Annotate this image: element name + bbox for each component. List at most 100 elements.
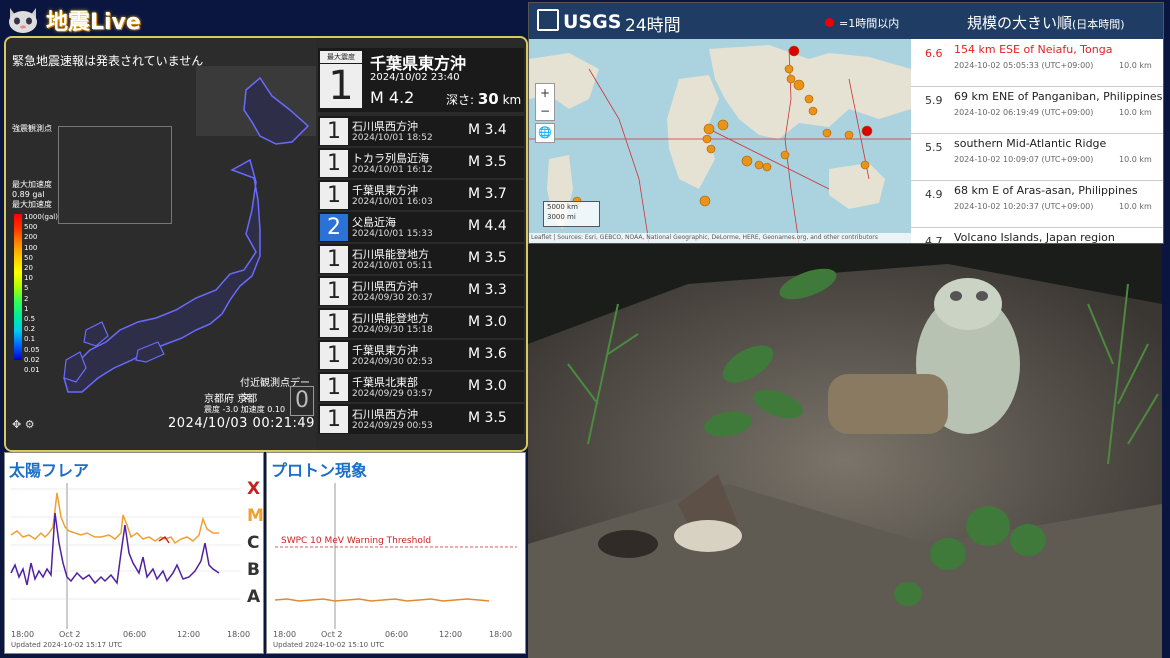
depth-value: 30 xyxy=(477,90,499,108)
earthquake-row[interactable]: 1 石川県能登地方 2024/10/01 05:11 M 3.5 xyxy=(318,242,524,274)
quake-mag: 4.9 xyxy=(925,188,943,201)
usgs-logo-text: USGS xyxy=(563,11,622,33)
flare-class-label: X xyxy=(247,479,261,499)
zoom-control: + − xyxy=(535,83,555,121)
earthquake-row[interactable]: 1 千葉県東方沖 2024/09/30 02:53 M 3.6 xyxy=(318,338,524,370)
nearby-pref: 京都府 京都 xyxy=(204,394,258,405)
scale-label: 最大加速度 xyxy=(12,200,52,209)
scale-tick: 200 xyxy=(24,233,38,242)
usgs-quake-item[interactable]: 5.9 69 km ENE of Panganiban, Philippines 2… xyxy=(911,86,1163,134)
earthquake-panel: 強震観測点 最大加速度 0.89 gal 最大加速度 1000(gal) 500 2… xyxy=(4,36,528,452)
quake-mag: 4.7 xyxy=(925,235,943,244)
earthquake-row[interactable]: 1 千葉県北東部 2024/09/29 03:57 M 3.0 xyxy=(318,370,524,402)
usgs-quake-item[interactable]: 6.6 154 km ESE of Neiafu, Tonga 2024-10-02… xyxy=(911,39,1163,87)
quake-marker xyxy=(780,150,790,160)
usgs-hour-legend: =1時間以内 xyxy=(839,17,900,30)
row-magnitude: M 3.5 xyxy=(468,154,507,170)
proton-updated: Updated 2024-10-02 15:10 UTC xyxy=(273,641,385,649)
x-tick: 06:00 xyxy=(123,630,147,639)
current-time: 2024/10/03 00:21:49 xyxy=(168,416,315,431)
quake-mag: 5.5 xyxy=(925,141,943,154)
earthquake-row[interactable]: 1 石川県西方沖 2024/09/29 00:53 M 3.5 xyxy=(318,402,524,434)
quake-marker xyxy=(861,125,873,137)
quake-depth: 10.0 km xyxy=(1119,108,1152,117)
x-tick: Oct 2 xyxy=(321,630,343,639)
row-magnitude: M 3.3 xyxy=(468,282,507,298)
usgs-panel: USGS 24時間 =1時間以内 規模の大きい順(日本時間) + − 🌐 500… xyxy=(528,2,1164,244)
scale-tick: 0.01 xyxy=(24,366,40,375)
row-intensity: 1 xyxy=(320,182,348,209)
row-time: 2024/10/01 16:03 xyxy=(352,197,433,207)
quake-marker xyxy=(717,119,729,131)
scale-tick: 2 xyxy=(24,294,29,303)
row-intensity: 1 xyxy=(320,246,348,273)
row-time: 2024/10/01 16:12 xyxy=(352,165,433,175)
row-time: 2024/10/01 15:33 xyxy=(352,229,433,239)
world-map[interactable]: + − 🌐 5000 km 3000 mi Leaflet | Sources:… xyxy=(529,39,913,243)
accel-color-scale: 1000(gal) 500 200 100 50 20 10 5 2 1 0.5 0.2 0.1 0.05… xyxy=(12,213,72,374)
earthquake-row[interactable]: 1 石川県能登地方 2024/09/30 15:18 M 3.0 xyxy=(318,306,524,338)
latest-magnitude: M 4.2 xyxy=(370,88,415,107)
scale-tick: 50 xyxy=(24,253,33,262)
move-icon[interactable]: ✥ xyxy=(12,418,21,431)
row-location: トカラ列島近海 xyxy=(352,152,429,165)
flare-updated: Updated 2024-10-02 15:17 UTC xyxy=(11,641,123,649)
japan-map[interactable]: 強震観測点 最大加速度 0.89 gal 最大加速度 1000(gal) 500 2… xyxy=(6,38,316,450)
earthquake-row[interactable]: 1 石川県西方沖 2024/10/01 18:52 M 3.4 xyxy=(318,114,524,146)
eew-status: 緊急地震速報は発表されていません xyxy=(12,54,204,68)
row-magnitude: M 3.0 xyxy=(468,314,507,330)
flare-class-label: C xyxy=(247,533,260,553)
latest-location: 千葉県東方沖 xyxy=(370,54,467,73)
app-logo: 地震Live xyxy=(4,2,154,36)
row-magnitude: M 4.4 xyxy=(468,218,507,234)
latest-earthquake[interactable]: 最大震度 1 千葉県東方沖 2024/10/02 23:40 M 4.2 深さ:… xyxy=(318,48,524,112)
row-location: 千葉県北東部 xyxy=(352,376,418,389)
scale-tick: 0.05 xyxy=(24,345,40,354)
flare-class-label: A xyxy=(247,587,261,607)
earthquake-row[interactable]: 1 トカラ列島近海 2024/10/01 16:12 M 3.5 xyxy=(318,146,524,178)
app-title: 地震Live xyxy=(46,10,141,35)
color-bar xyxy=(14,214,22,360)
solar-flare-panel: 太陽フレア XMCBA 18:00 Oct 2 06:00 12:00 18:00 Up… xyxy=(4,452,264,654)
row-location: 石川県能登地方 xyxy=(352,312,429,325)
earthquake-row[interactable]: 1 千葉県東方沖 2024/10/01 16:03 M 3.7 xyxy=(318,178,524,210)
nearby-values: 震度 -3.0 加速度 0.10 xyxy=(204,404,285,415)
earthquake-row[interactable]: 1 石川県西方沖 2024/09/30 20:37 M 3.3 xyxy=(318,274,524,306)
row-time: 2024/10/01 18:52 xyxy=(352,133,433,143)
quake-marker xyxy=(808,106,818,116)
flare-chart xyxy=(10,483,241,629)
quake-marker xyxy=(860,160,870,170)
zoom-in-button[interactable]: + xyxy=(536,84,554,102)
max-intensity-value: 1 xyxy=(320,64,362,108)
usgs-period: 24時間 xyxy=(625,16,681,36)
usgs-quake-item[interactable]: 4.9 68 km E of Aras-asan, Philippines 2024… xyxy=(911,180,1163,228)
peak-accel-label: 最大加速度 xyxy=(12,180,52,189)
usgs-header: USGS 24時間 =1時間以内 規模の大きい順(日本時間) xyxy=(529,3,1163,39)
row-intensity: 1 xyxy=(320,118,348,145)
globe-icon[interactable]: 🌐 xyxy=(535,123,555,143)
red-dot-icon xyxy=(825,18,834,27)
settings-icon[interactable]: ⚙ xyxy=(25,418,35,431)
quake-marker xyxy=(844,130,854,140)
depth-unit: km xyxy=(502,93,522,107)
x-tick: 18:00 xyxy=(11,630,35,639)
live-camera-view xyxy=(528,244,1162,658)
flare-class-label: M xyxy=(247,506,264,526)
nearby-intensity-box: 0 xyxy=(290,386,314,416)
usgs-quake-item[interactable]: 5.5 southern Mid-Atlantic Ridge 2024-10-02… xyxy=(911,133,1163,181)
usgs-quake-item[interactable]: 4.7 Volcano Islands, Japan region xyxy=(911,227,1163,244)
row-magnitude: M 3.0 xyxy=(468,378,507,394)
scale-tick: 500 xyxy=(24,223,38,232)
quake-mag: 5.9 xyxy=(925,94,943,107)
nearby-accel-value: 0.10 xyxy=(267,405,286,414)
zoom-out-button[interactable]: − xyxy=(536,102,554,120)
row-time: 2024/09/29 00:53 xyxy=(352,421,433,431)
peak-accel-value: 0.89 gal xyxy=(12,190,45,199)
nearby-accel-label: 加速度 xyxy=(240,405,265,414)
quake-marker xyxy=(788,45,800,57)
quake-place: southern Mid-Atlantic Ridge xyxy=(954,137,1107,150)
row-magnitude: M 3.5 xyxy=(468,250,507,266)
row-time: 2024/09/29 03:57 xyxy=(352,389,433,399)
quake-marker xyxy=(741,155,753,167)
earthquake-row[interactable]: 2 父島近海 2024/10/01 15:33 M 4.4 xyxy=(318,210,524,242)
